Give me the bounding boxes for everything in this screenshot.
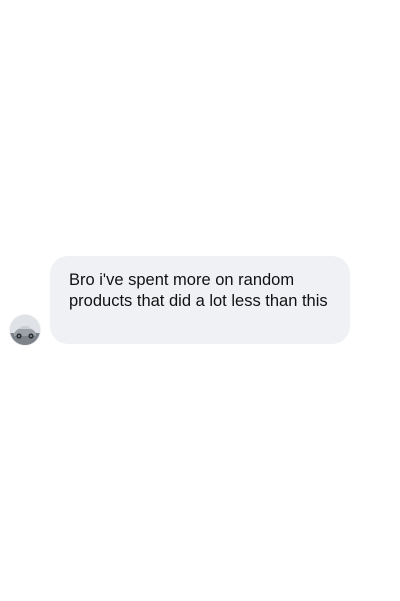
message-text: Bro i've spent more on random products t…: [69, 271, 328, 310]
avatar[interactable]: [10, 315, 40, 345]
chat-view: Bro i've spent more on random products t…: [0, 0, 400, 601]
message-bubble[interactable]: Bro i've spent more on random products t…: [50, 256, 350, 344]
incoming-message-row: Bro i've spent more on random products t…: [0, 0, 400, 601]
car-photo-avatar-icon: [10, 315, 40, 345]
